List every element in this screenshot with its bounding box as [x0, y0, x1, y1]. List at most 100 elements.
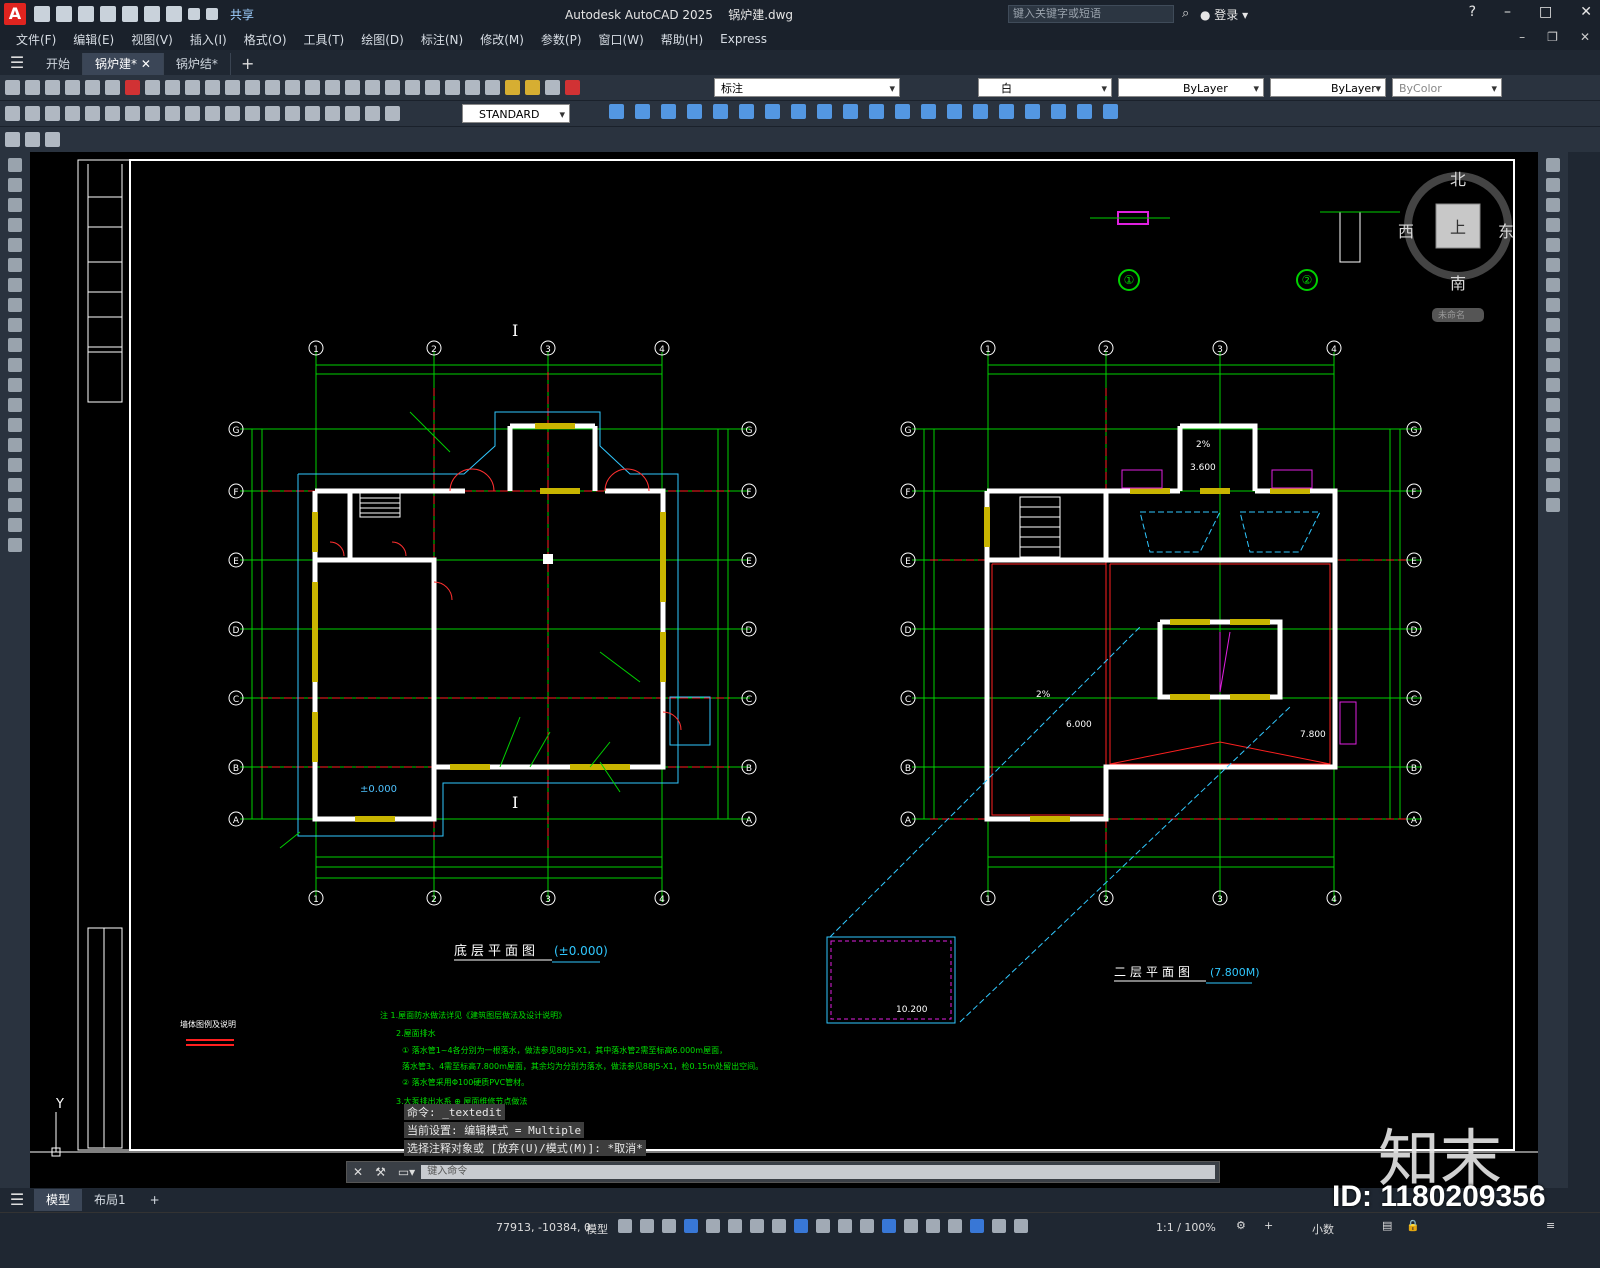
arc-icon[interactable]: [8, 258, 22, 272]
region-icon[interactable]: [8, 478, 22, 492]
menu-insert[interactable]: 插入(I): [190, 31, 227, 48]
search-icon[interactable]: ⌕: [1182, 6, 1189, 21]
layer-state-icon[interactable]: [25, 132, 40, 147]
grid-icon[interactable]: [618, 1219, 632, 1233]
color-combo[interactable]: 白: [978, 78, 1112, 98]
wcs-menu[interactable]: 未命名: [1438, 308, 1465, 321]
spline-icon[interactable]: [8, 318, 22, 332]
polyline-icon[interactable]: [8, 198, 22, 212]
viewcube-north[interactable]: 北: [1450, 166, 1466, 190]
viewcube-top-face[interactable]: 上: [1450, 214, 1466, 238]
insert-block-icon[interactable]: [8, 378, 22, 392]
annotation-monitor-icon[interactable]: +: [1264, 1219, 1273, 1232]
trim-icon[interactable]: [843, 104, 858, 119]
layer-lock-icon[interactable]: [545, 80, 560, 95]
diameter-icon[interactable]: [125, 106, 140, 121]
ortho-icon[interactable]: [706, 1219, 720, 1233]
extend-icon[interactable]: [869, 104, 884, 119]
new-tab-button[interactable]: +: [231, 53, 264, 75]
pan-icon[interactable]: [265, 80, 280, 95]
tab-layout1[interactable]: 布局1: [82, 1189, 138, 1211]
construction-line-icon[interactable]: [8, 178, 22, 192]
break-side-icon[interactable]: [1546, 398, 1560, 412]
quick-dim-icon[interactable]: [165, 106, 180, 121]
layer-color-icon[interactable]: [565, 80, 580, 95]
preview-icon[interactable]: [85, 80, 100, 95]
isodraft-icon[interactable]: [750, 1219, 764, 1233]
close-icon[interactable]: ✕: [353, 1165, 363, 1179]
3d-osnap-icon[interactable]: [882, 1219, 896, 1233]
mtext-icon[interactable]: [8, 518, 22, 532]
annotation-visibility-icon[interactable]: [970, 1219, 984, 1233]
array-side-icon[interactable]: [1546, 238, 1560, 252]
pdf-icon[interactable]: [125, 80, 140, 95]
paste-icon[interactable]: [185, 80, 200, 95]
object-snap-tracking-icon[interactable]: [772, 1219, 786, 1233]
print-icon[interactable]: [166, 6, 182, 22]
viewcube-west[interactable]: 西: [1398, 218, 1414, 242]
move-icon[interactable]: [739, 104, 754, 119]
arc-length-icon[interactable]: [45, 106, 60, 121]
table-icon[interactable]: [8, 498, 22, 512]
move-side-icon[interactable]: [1546, 258, 1560, 272]
linetype-combo[interactable]: ByLayer: [1118, 78, 1264, 98]
menu-window[interactable]: 窗口(W): [599, 31, 644, 48]
polar-icon[interactable]: [728, 1219, 742, 1233]
quick-properties-icon[interactable]: ▤: [1382, 1219, 1392, 1232]
explode-side-icon[interactable]: [1546, 498, 1560, 512]
revcloud-icon[interactable]: [8, 298, 22, 312]
ordinate-icon[interactable]: [65, 106, 80, 121]
dimstyle-combo[interactable]: STANDARD: [462, 104, 570, 124]
dynamic-input-icon[interactable]: [684, 1219, 698, 1233]
layer-properties-icon[interactable]: [485, 80, 500, 95]
menu-format[interactable]: 格式(O): [244, 31, 287, 48]
workspace-icon[interactable]: [5, 132, 20, 147]
join-side-icon[interactable]: [1546, 418, 1560, 432]
tab-start[interactable]: 开始: [34, 53, 84, 75]
layer-freeze-icon[interactable]: [525, 80, 540, 95]
maximize-icon[interactable]: □: [1539, 4, 1552, 20]
workspace-gear-icon[interactable]: ⚙: [1236, 1219, 1246, 1232]
fillet-side-icon[interactable]: [1546, 458, 1560, 472]
stretch-icon[interactable]: [817, 104, 832, 119]
center-mark-icon[interactable]: [285, 106, 300, 121]
redo-icon[interactable]: [206, 8, 218, 20]
mirror-icon[interactable]: [661, 104, 676, 119]
add-selected-icon[interactable]: [8, 538, 22, 552]
ungroup-icon[interactable]: [1051, 104, 1066, 119]
infer-icon[interactable]: [662, 1219, 676, 1233]
gizmo-icon[interactable]: [948, 1219, 962, 1233]
rectangle-icon[interactable]: [8, 238, 22, 252]
viewcube-east[interactable]: 东: [1498, 218, 1514, 242]
plot-icon[interactable]: [65, 80, 80, 95]
auto-scale-icon[interactable]: [992, 1219, 1006, 1233]
rotate-icon[interactable]: [765, 104, 780, 119]
break-point-icon[interactable]: [1546, 378, 1560, 392]
customize-icon[interactable]: ⚒: [375, 1165, 386, 1179]
menu-modify[interactable]: 修改(M): [480, 31, 524, 48]
layer-on-icon[interactable]: [505, 80, 520, 95]
file-tabs-menu-icon[interactable]: ☰: [0, 51, 34, 75]
lineweight-combo[interactable]: ByLayer: [1270, 78, 1386, 98]
erase-side-icon[interactable]: [1546, 158, 1560, 172]
rotate-side-icon[interactable]: [1546, 278, 1560, 292]
hatch-icon[interactable]: [1077, 104, 1092, 119]
tab-boiler-structure[interactable]: 锅炉结*: [164, 53, 231, 75]
web-open-icon[interactable]: [122, 6, 138, 22]
help-icon[interactable]: ?: [1469, 4, 1476, 20]
help-icon[interactable]: [465, 80, 480, 95]
chamfer-side-icon[interactable]: [1546, 438, 1560, 452]
copy-icon[interactable]: [165, 80, 180, 95]
markup-icon[interactable]: [425, 80, 440, 95]
search-input[interactable]: 键入关键字或短语: [1008, 5, 1174, 23]
drawing-canvas[interactable]: 1 2 3 4 1 2 3 4 G F E D C B A G F E D C …: [30, 152, 1538, 1188]
design-center-icon[interactable]: [365, 80, 380, 95]
zoom-window-icon[interactable]: [305, 80, 320, 95]
offset-icon[interactable]: [687, 104, 702, 119]
doc-restore-icon[interactable]: ❐: [1547, 30, 1558, 44]
baseline-icon[interactable]: [185, 106, 200, 121]
extend-side-icon[interactable]: [1546, 358, 1560, 372]
tab-close-icon[interactable]: ✕: [141, 57, 151, 71]
cut-icon[interactable]: [145, 80, 160, 95]
transparency-icon[interactable]: [838, 1219, 852, 1233]
